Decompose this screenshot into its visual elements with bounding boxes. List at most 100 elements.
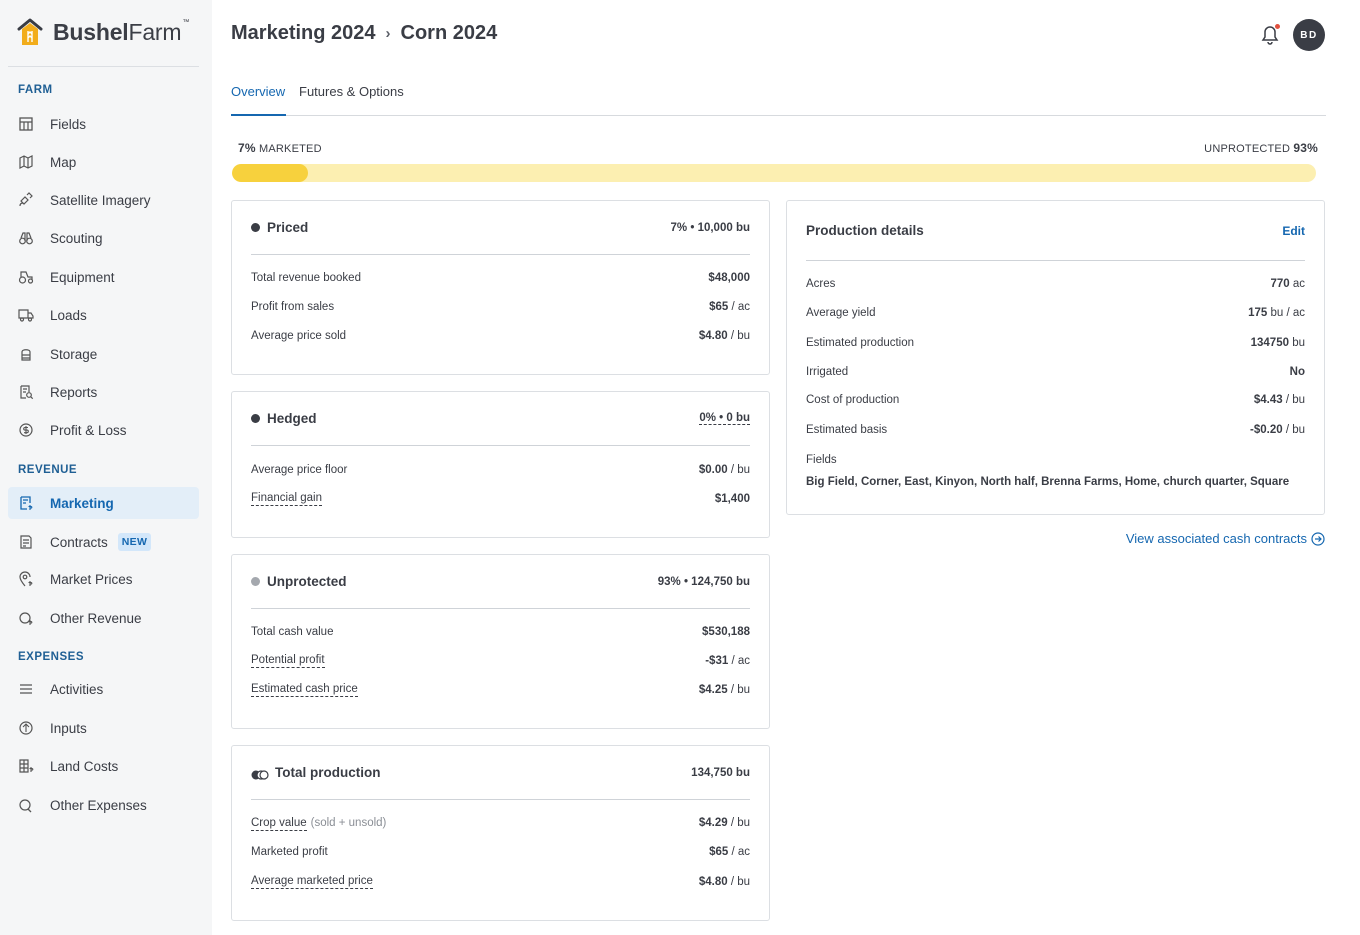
total-production-summary: 134,750 bu — [691, 766, 750, 779]
hedged-card-header: Hedged 0% • 0 bu — [251, 392, 750, 446]
breadcrumb-marketing[interactable]: Marketing 2024 — [231, 22, 376, 45]
list-icon — [18, 681, 34, 697]
prod-row-estimated: Estimated production 134750 bu — [806, 337, 1305, 349]
hedged-summary[interactable]: 0% • 0 bu — [699, 412, 750, 425]
total-row-marketed-profit: Marketed profit $65 / ac — [251, 846, 750, 858]
unprotected-label: UNPROTECTED 93% — [1204, 141, 1318, 155]
avatar[interactable]: BD — [1293, 19, 1325, 51]
production-details-header: Production details Edit — [806, 201, 1305, 261]
crop-value-tooltip-label[interactable]: Crop value — [251, 817, 307, 831]
prod-row-irrigated: Irrigated No — [806, 366, 1305, 378]
sidebar-item-activities[interactable]: Activities — [8, 673, 199, 705]
prod-fields-list: Big Field, Corner, East, Kinyon, North h… — [806, 476, 1290, 488]
prod-row-basis: Estimated basis -$0.20 / bu — [806, 424, 1305, 436]
unprotected-row-cash-price: Estimated cash price $4.25 / bu — [251, 683, 750, 697]
unprotected-dot-icon — [251, 577, 260, 586]
avg-marketed-price-tooltip-label[interactable]: Average marketed price — [251, 875, 373, 889]
priced-row-avg-price: Average price sold $4.80 / bu — [251, 330, 750, 342]
tractor-icon — [18, 269, 34, 285]
priced-card-header: Priced 7% • 10,000 bu — [251, 201, 750, 255]
unprotected-card: Unprotected 93% • 124,750 bu Total cash … — [231, 554, 770, 729]
inputs-icon — [18, 720, 34, 736]
sidebar-item-contracts[interactable]: Contracts NEW — [8, 526, 199, 558]
combined-dots-icon — [251, 768, 269, 780]
sidebar-item-other-expenses[interactable]: Other Expenses — [8, 789, 199, 821]
sidebar-item-loads[interactable]: Loads — [8, 299, 199, 331]
sidebar-item-scouting[interactable]: Scouting — [8, 222, 199, 254]
hedged-row-price-floor: Average price floor $0.00 / bu — [251, 464, 750, 476]
other-expenses-icon — [18, 797, 34, 813]
unprotected-row-cash-value: Total cash value $530,188 — [251, 626, 750, 638]
total-row-crop-value: Crop value (sold + unsold) $4.29 / bu — [251, 817, 750, 831]
chevron-right-icon: › — [385, 25, 391, 42]
tab-overview[interactable]: Overview — [231, 84, 286, 116]
hedged-card: Hedged 0% • 0 bu Average price floor $0.0… — [231, 391, 770, 538]
sidebar-item-reports[interactable]: Reports — [8, 376, 199, 408]
marketed-progress-fill — [232, 164, 308, 182]
hedged-dot-icon — [251, 414, 260, 423]
map-icon — [18, 154, 34, 170]
priced-summary: 7% • 10,000 bu — [670, 221, 750, 234]
marketing-icon — [18, 495, 34, 511]
view-cash-contracts-link[interactable]: View associated cash contracts — [1126, 531, 1325, 546]
priced-row-revenue: Total revenue booked $48,000 — [251, 272, 750, 284]
breadcrumb: Marketing 2024 › Corn 2024 — [231, 22, 497, 45]
production-details-card: Production details Edit Acres 770 ac Aver… — [786, 200, 1325, 515]
priced-dot-icon — [251, 223, 260, 232]
edit-production-link[interactable]: Edit — [1282, 224, 1305, 238]
sidebar-item-other-revenue[interactable]: Other Revenue — [8, 602, 199, 634]
prod-row-yield: Average yield 175 bu / ac — [806, 307, 1305, 319]
other-revenue-icon — [18, 610, 34, 626]
sidebar-item-map[interactable]: Map — [8, 146, 199, 178]
land-costs-icon — [18, 758, 34, 774]
sidebar-item-satellite-imagery[interactable]: Satellite Imagery — [8, 184, 199, 216]
contract-icon — [18, 534, 34, 550]
sidebar: BushelFarm™ FARM Fields Map Satellite Im… — [0, 0, 212, 935]
priced-card: Priced 7% • 10,000 bu Total revenue book… — [231, 200, 770, 375]
priced-row-profit: Profit from sales $65 / ac — [251, 301, 750, 313]
silo-icon — [18, 346, 34, 362]
sidebar-item-inputs[interactable]: Inputs — [8, 712, 199, 744]
unprotected-summary: 93% • 124,750 bu — [657, 575, 750, 588]
sidebar-item-storage[interactable]: Storage — [8, 338, 199, 370]
dollar-coin-icon — [18, 422, 34, 438]
estimated-cash-price-tooltip-label[interactable]: Estimated cash price — [251, 683, 358, 697]
sidebar-item-profit-loss[interactable]: Profit & Loss — [8, 414, 199, 446]
binoculars-icon — [18, 230, 34, 246]
notification-dot — [1274, 23, 1281, 30]
breadcrumb-current: Corn 2024 — [400, 22, 498, 44]
financial-gain-tooltip-label[interactable]: Financial gain — [251, 492, 322, 506]
sidebar-item-land-costs[interactable]: Land Costs — [8, 750, 199, 782]
prod-row-fields-label: Fields — [806, 454, 837, 466]
truck-icon — [18, 307, 34, 323]
new-badge: NEW — [117, 533, 152, 551]
sidebar-item-market-prices[interactable]: Market Prices — [8, 563, 199, 595]
unprotected-row-potential-profit: Potential profit -$31 / ac — [251, 654, 750, 668]
sidebar-item-equipment[interactable]: Equipment — [8, 261, 199, 293]
report-icon — [18, 384, 34, 400]
section-title-farm: FARM — [18, 84, 53, 96]
marketed-label: 7% MARKETED — [238, 141, 322, 155]
potential-profit-tooltip-label[interactable]: Potential profit — [251, 654, 325, 668]
grid-icon — [18, 116, 34, 132]
total-row-avg-marketed-price: Average marketed price $4.80 / bu — [251, 875, 750, 889]
marketed-progress-bar — [232, 164, 1316, 182]
prod-row-cost: Cost of production $4.43 / bu — [806, 394, 1305, 406]
arrow-circle-right-icon — [1311, 531, 1325, 546]
satellite-icon — [18, 192, 34, 208]
prod-row-acres: Acres 770 ac — [806, 278, 1305, 290]
tab-bar: Overview Futures & Options — [231, 78, 1326, 116]
sidebar-item-marketing[interactable]: Marketing — [8, 487, 199, 519]
hedged-row-financial-gain: Financial gain $1,400 — [251, 492, 750, 506]
barn-logo-icon — [16, 17, 44, 47]
price-pin-icon — [18, 571, 34, 587]
bushel-farm-logo[interactable]: BushelFarm™ — [16, 16, 189, 48]
tab-futures-options[interactable]: Futures & Options — [299, 84, 404, 116]
sidebar-item-fields[interactable]: Fields — [8, 108, 199, 140]
total-production-card-header: Total production 134,750 bu — [251, 746, 750, 800]
section-title-expenses: EXPENSES — [18, 651, 84, 663]
total-production-card: Total production 134,750 bu Crop value (s… — [231, 745, 770, 921]
sidebar-divider — [8, 66, 199, 67]
unprotected-card-header: Unprotected 93% • 124,750 bu — [251, 555, 750, 609]
notification-bell-icon[interactable] — [1260, 23, 1281, 46]
